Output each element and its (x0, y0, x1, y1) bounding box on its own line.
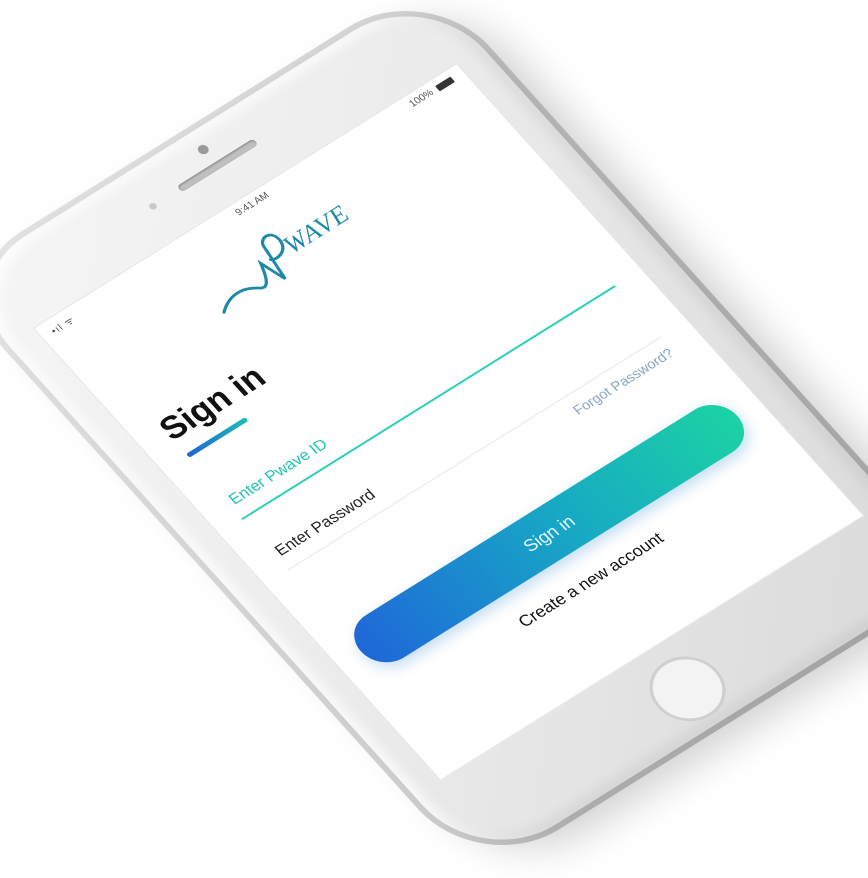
page-title: Sign in (151, 358, 274, 448)
app-screen: •ıl ᯤ 9:41 AM 100% WAVE Sign in Enter Pw… (32, 63, 865, 781)
battery-icon (434, 76, 455, 92)
battery-percent: 100% (407, 87, 437, 110)
battery-status: 100% (407, 75, 456, 110)
iphone-mockup: •ıl ᯤ 9:41 AM 100% WAVE Sign in Enter Pw… (0, 0, 868, 878)
phone-body: •ıl ᯤ 9:41 AM 100% WAVE Sign in Enter Pw… (0, 0, 868, 871)
password-placeholder: Enter Password (271, 486, 380, 560)
earpiece-speaker (176, 138, 259, 193)
front-camera-icon (195, 143, 211, 156)
proximity-sensor-icon (147, 201, 159, 211)
